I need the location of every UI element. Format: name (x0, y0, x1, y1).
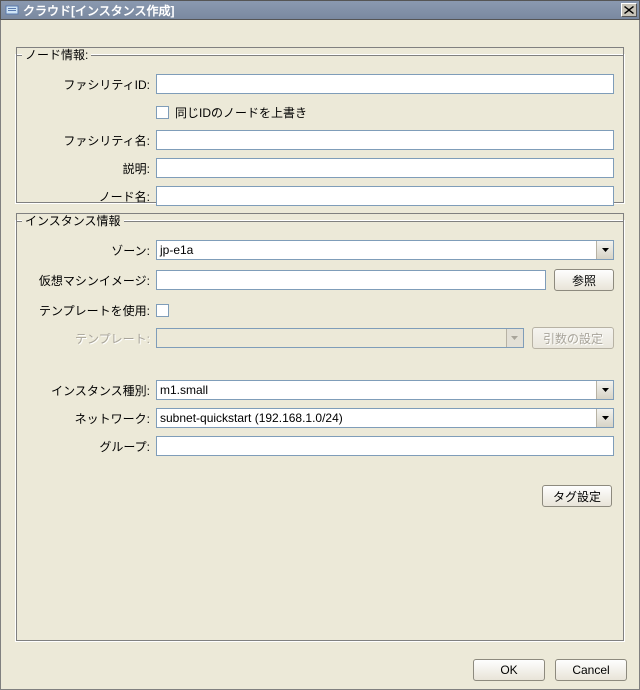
group-input[interactable] (156, 436, 614, 456)
template-label: テンプレート: (16, 330, 156, 347)
titlebar: クラウド[インスタンス作成] (0, 0, 640, 20)
node-info-group: ノード情報: ファシリティID: 同じIDのノードを上書き ファシリティ名: 説… (15, 46, 625, 204)
instance-type-select[interactable]: m1.small (156, 380, 614, 400)
network-value: subnet-quickstart (192.168.1.0/24) (157, 411, 596, 425)
dialog-footer: OK Cancel (473, 659, 627, 681)
instance-info-legend: インスタンス情報 (22, 212, 124, 229)
close-button[interactable] (621, 3, 637, 17)
facility-id-label: ファシリティID: (16, 76, 156, 93)
vm-image-input[interactable] (156, 270, 546, 290)
browse-button[interactable]: 参照 (554, 269, 614, 291)
instance-type-label: インスタンス種別: (16, 382, 156, 399)
node-name-input[interactable] (156, 186, 614, 206)
network-label: ネットワーク: (16, 410, 156, 427)
node-info-legend: ノード情報: (22, 46, 91, 63)
template-select (156, 328, 524, 348)
dialog-client: ノード情報: ファシリティID: 同じIDのノードを上書き ファシリティ名: 説… (0, 20, 640, 690)
description-input[interactable] (156, 158, 614, 178)
facility-id-input[interactable] (156, 74, 614, 94)
group-label: グループ: (16, 438, 156, 455)
chevron-down-icon[interactable] (596, 241, 613, 259)
chevron-down-icon[interactable] (596, 409, 613, 427)
facility-name-input[interactable] (156, 130, 614, 150)
zone-label: ゾーン: (16, 242, 156, 259)
facility-name-label: ファシリティ名: (16, 132, 156, 149)
chevron-down-icon (506, 329, 523, 347)
window-title: クラウド[インスタンス作成] (23, 2, 621, 19)
chevron-down-icon[interactable] (596, 381, 613, 399)
node-name-label: ノード名: (16, 188, 156, 205)
overwrite-checkbox[interactable] (156, 106, 169, 119)
zone-value: jp-e1a (157, 243, 596, 257)
cancel-button[interactable]: Cancel (555, 659, 627, 681)
ok-button[interactable]: OK (473, 659, 545, 681)
app-icon (5, 3, 19, 17)
use-template-checkbox[interactable] (156, 304, 169, 317)
network-select[interactable]: subnet-quickstart (192.168.1.0/24) (156, 408, 614, 428)
instance-type-value: m1.small (157, 383, 596, 397)
overwrite-label: 同じIDのノードを上書き (175, 104, 307, 121)
arg-settings-button: 引数の設定 (532, 327, 614, 349)
description-label: 説明: (16, 160, 156, 177)
zone-select[interactable]: jp-e1a (156, 240, 614, 260)
instance-info-group: インスタンス情報 ゾーン: jp-e1a 仮想マシンイメージ: 参照 テンプレー… (15, 212, 625, 642)
vm-image-label: 仮想マシンイメージ: (16, 272, 156, 289)
tag-settings-button[interactable]: タグ設定 (542, 485, 612, 507)
use-template-label: テンプレートを使用: (16, 302, 156, 319)
